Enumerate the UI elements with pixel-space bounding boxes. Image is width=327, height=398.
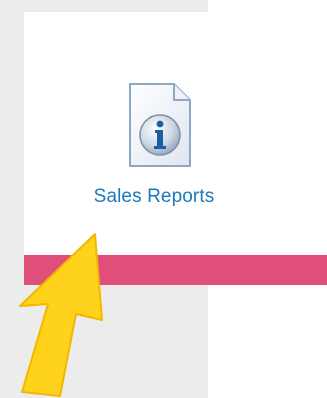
arrow-cursor-icon [19, 233, 103, 397]
top-strip [24, 0, 208, 12]
info-document-icon[interactable] [118, 80, 202, 170]
sales-reports-label[interactable]: Sales Reports [24, 186, 284, 208]
